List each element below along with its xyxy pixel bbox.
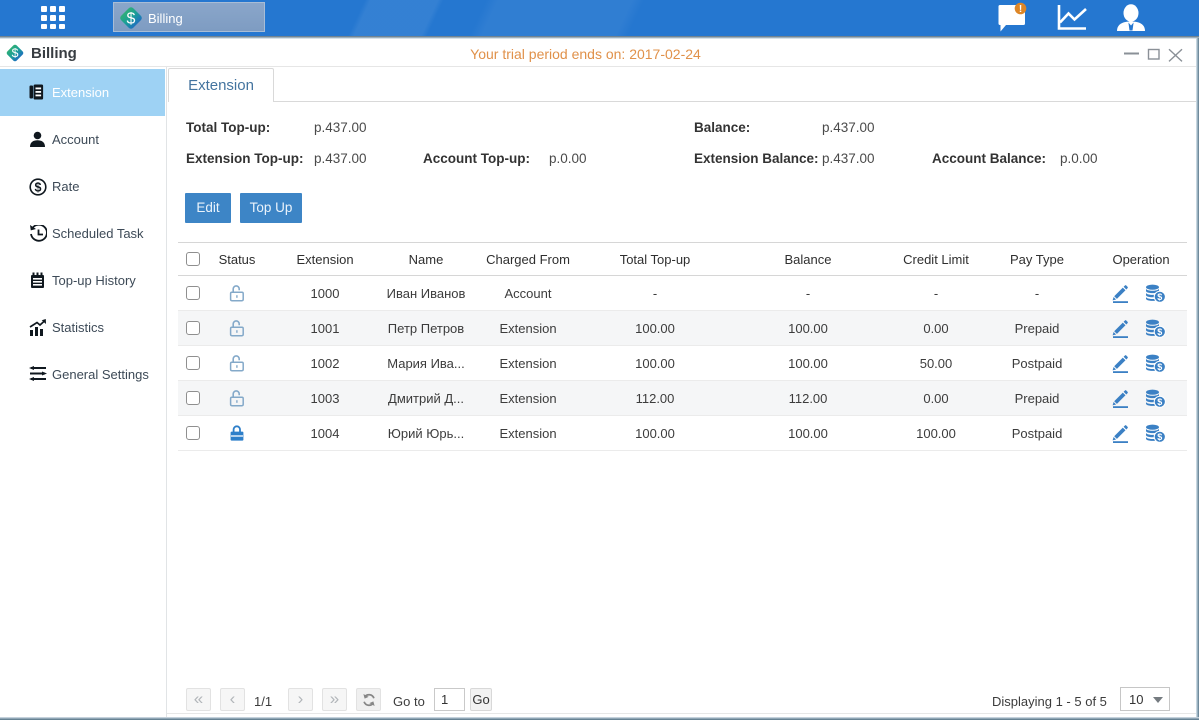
svg-text:$: $ — [1157, 292, 1162, 302]
svg-text:$: $ — [1157, 327, 1162, 337]
svg-text:$: $ — [1157, 397, 1162, 407]
svg-text:$: $ — [1157, 362, 1162, 372]
svg-text:$: $ — [127, 11, 136, 28]
svg-text:!: ! — [1019, 4, 1022, 15]
svg-text:$: $ — [1157, 432, 1162, 442]
svg-text:$: $ — [35, 181, 42, 195]
